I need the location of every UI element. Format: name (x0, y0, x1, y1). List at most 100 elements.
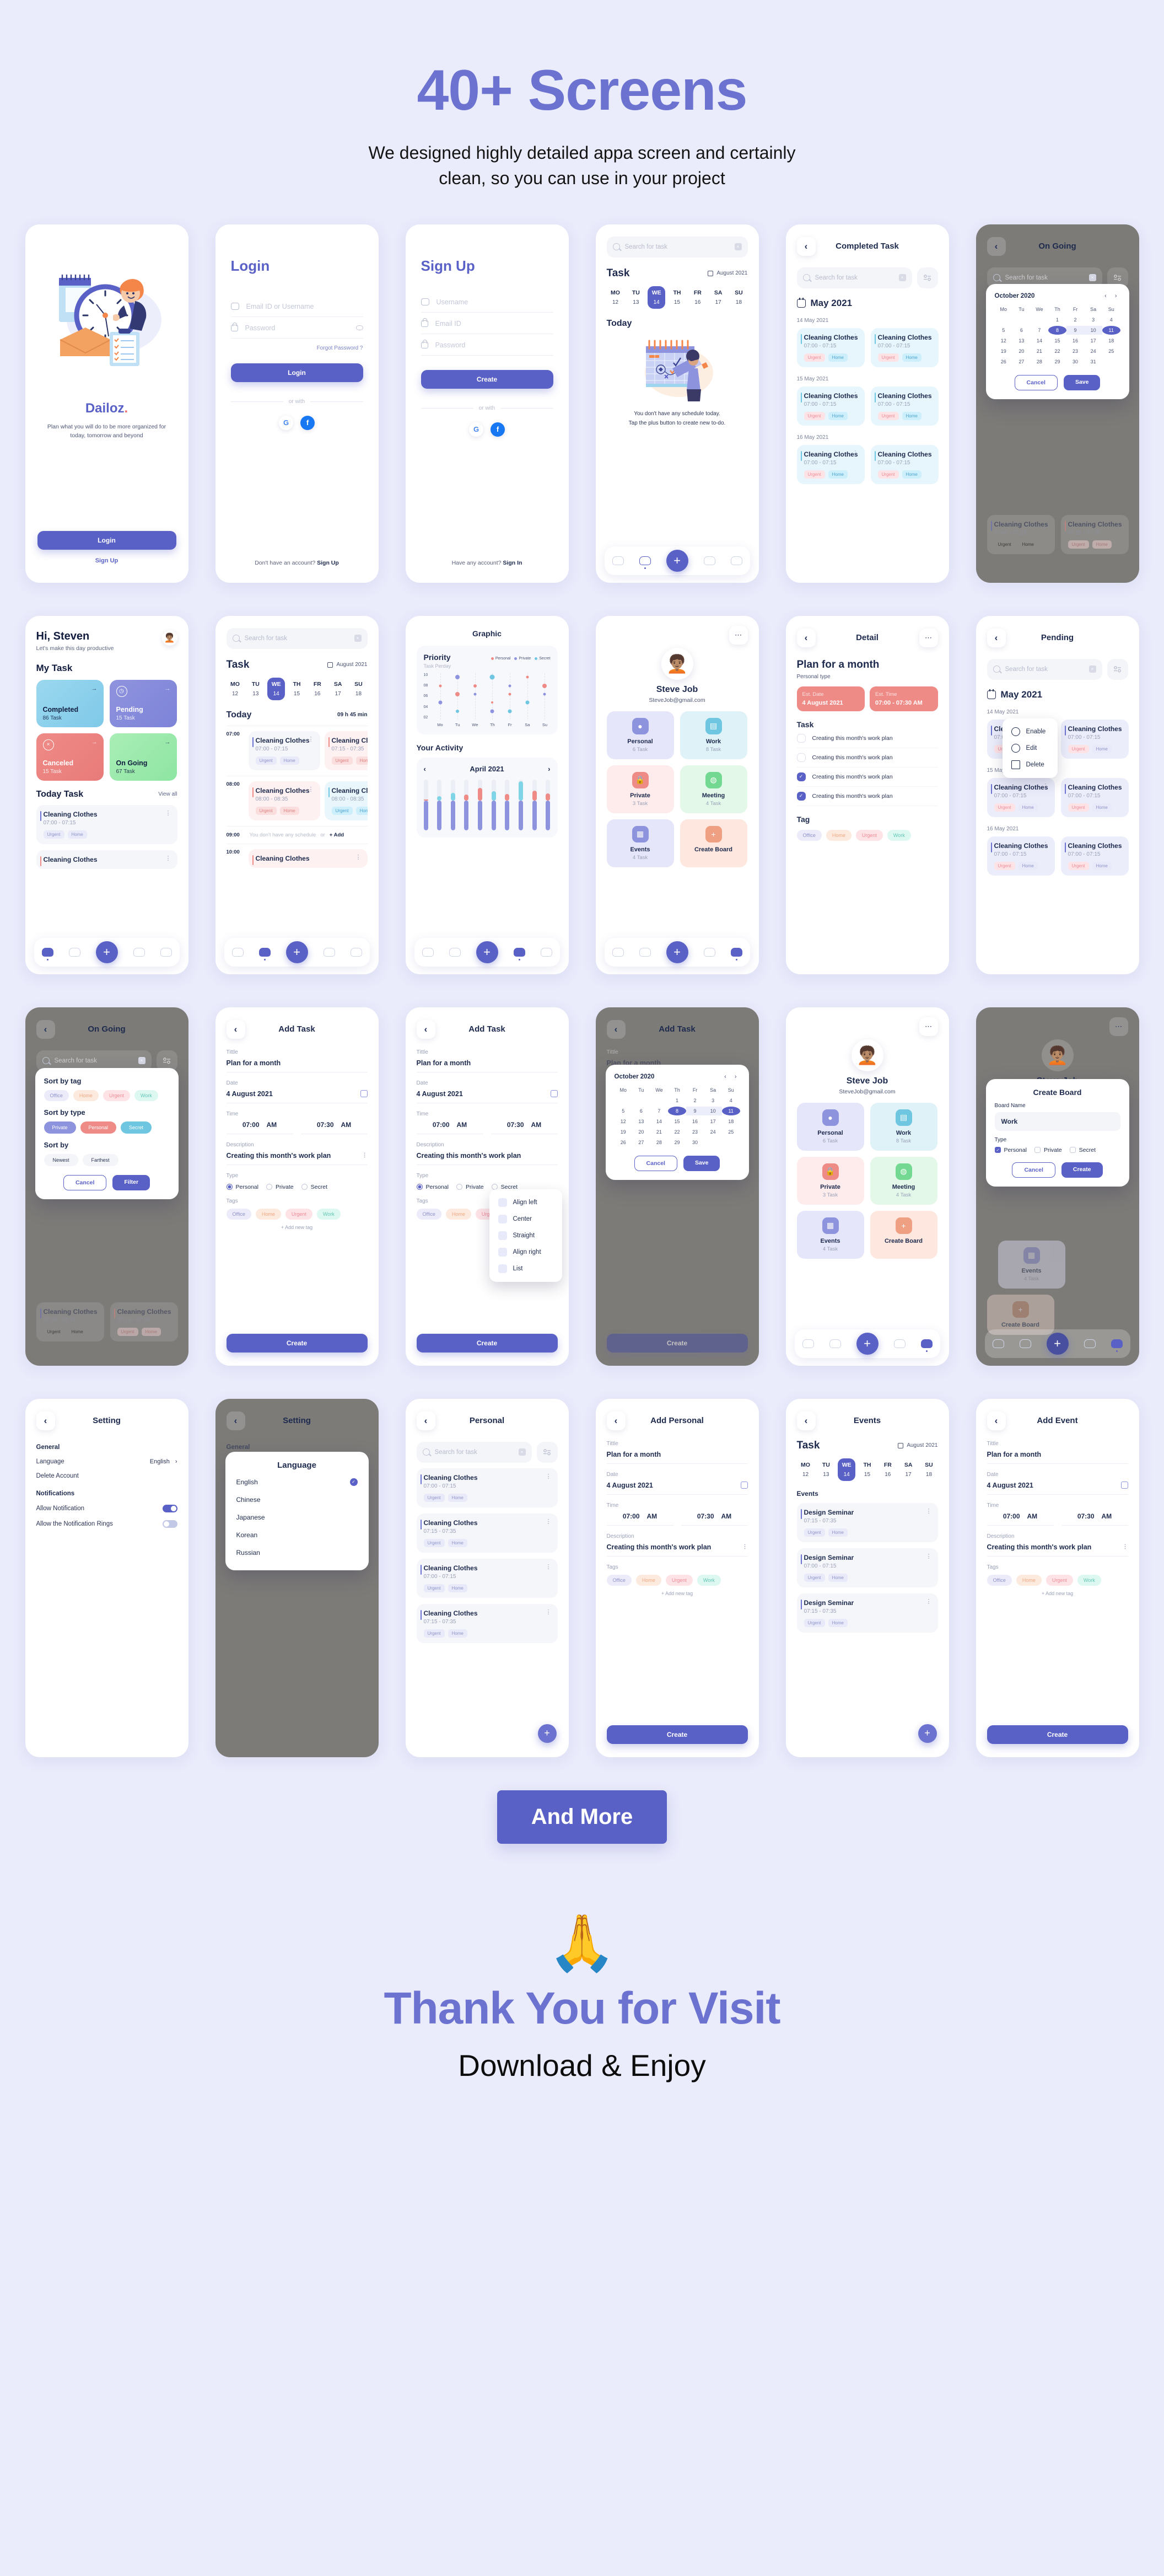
cal-cell[interactable]: 22 (1048, 347, 1066, 356)
cal-cell[interactable]: 16 (686, 1117, 704, 1126)
task-card[interactable]: Cleaning Clothes 07:15 - 07:35 UrgentHom… (110, 1302, 178, 1341)
filter-button[interactable] (536, 1441, 558, 1463)
cancel-button[interactable]: Cancel (1012, 1162, 1055, 1178)
back-button[interactable]: ‹ (226, 1411, 245, 1430)
cal-cell[interactable]: 1 (1048, 315, 1066, 324)
nav-stats[interactable] (703, 947, 715, 957)
clear-icon[interactable]: × (1088, 274, 1096, 282)
create-button[interactable]: Create (606, 1725, 748, 1744)
menu-item-delete[interactable]: Delete (1003, 756, 1058, 773)
board-private[interactable]: 🔒 Private 3 Task (796, 1156, 864, 1205)
filter-tag-office[interactable]: Office (44, 1090, 69, 1101)
day-cell[interactable]: SA 17 (709, 286, 727, 309)
cal-cell[interactable]: 17 (1084, 336, 1102, 345)
cal-cell-range[interactable]: 9 (686, 1106, 704, 1115)
date-input[interactable]: 4 August 2021 (987, 1478, 1128, 1495)
tag-urgent[interactable]: Urgent (665, 1574, 693, 1586)
day-cell[interactable]: SA 17 (899, 1458, 917, 1481)
nav-home[interactable] (612, 556, 624, 565)
time-end-input[interactable]: 07:30 AM (1061, 1509, 1128, 1526)
screen-events[interactable]: ‹ Events Task August 2021 MO 12 TU 13 WE 14 (785, 1398, 949, 1757)
task-card[interactable]: ⋮Cleaning Clothes07:00 - 07:15 UrgentHome (987, 777, 1055, 817)
align-menu[interactable]: Align left Center Straight Align right L… (489, 1189, 562, 1282)
cal-cell[interactable]: 20 (632, 1128, 650, 1136)
nav-tasks[interactable] (258, 947, 271, 960)
menu-item-straight[interactable]: Straight (489, 1227, 562, 1244)
screen-add-event[interactable]: ‹ Add Event Tittle Plan for a month Date… (976, 1398, 1139, 1757)
cal-cell-range[interactable]: 10 (704, 1106, 722, 1115)
add-new-tag-link[interactable]: + Add new tag (607, 1591, 748, 1596)
nav-boards[interactable] (920, 1339, 933, 1352)
sort-newest[interactable]: Newest (44, 1153, 78, 1166)
time-end-input[interactable]: 07:30 AM (300, 1117, 368, 1134)
cal-cell[interactable]: 3 (1084, 315, 1102, 324)
google-signup-button[interactable]: G (469, 422, 483, 437)
kebab-icon[interactable]: ⋮ (1123, 1544, 1128, 1550)
nav-home[interactable] (231, 947, 244, 957)
add-fab[interactable]: + (537, 1724, 557, 1743)
day-cell-selected[interactable]: WE 14 (838, 1458, 856, 1481)
cal-cell[interactable]: 21 (1031, 347, 1049, 356)
tag-urgent[interactable]: Urgent (285, 1208, 312, 1220)
checklist-item[interactable]: ✓ Creating this month's work plan (796, 787, 938, 806)
clear-icon[interactable]: × (734, 243, 742, 251)
date-input[interactable]: 4 August 2021 (226, 1086, 368, 1103)
bottom-nav[interactable]: + (794, 1329, 940, 1358)
screen-setting[interactable]: ‹ Setting General Language English › Del… (25, 1398, 188, 1757)
day-cell[interactable]: MO 12 (797, 1458, 815, 1481)
screen-add-task[interactable]: ‹ Add Task Tittle Plan for a month Date … (215, 1007, 379, 1366)
tile-ongoing[interactable]: → On Going 67 Task (109, 733, 177, 781)
board-events[interactable]: ▦ Events 4 Task (796, 1210, 864, 1259)
day-cell[interactable]: SU 18 (730, 286, 747, 309)
search-input[interactable]: Search for task × (796, 267, 912, 288)
checkbox[interactable] (796, 753, 806, 762)
save-button[interactable]: Save (683, 1155, 720, 1171)
screen-onboarding[interactable]: Dailoz. Plan what you will do to be more… (25, 224, 188, 583)
cal-cell[interactable]: 6 (1012, 326, 1031, 335)
save-button[interactable]: Save (1063, 374, 1101, 390)
cal-cell[interactable]: 15 (668, 1117, 686, 1126)
back-button[interactable]: ‹ (606, 1019, 626, 1039)
facebook-login-button[interactable]: f (300, 415, 315, 430)
tag-office[interactable]: Office (796, 829, 822, 841)
cal-cell-selected[interactable]: 11 (721, 1106, 740, 1115)
screen-setting-language[interactable]: ‹ Setting General Language English › Del… (215, 1398, 379, 1757)
back-button[interactable]: ‹ (36, 1411, 55, 1430)
kebab-icon[interactable]: ⋮ (546, 1609, 552, 1615)
nav-tasks[interactable] (639, 556, 651, 569)
filter-type-secret[interactable]: Secret (121, 1121, 152, 1134)
task-card[interactable]: Cleaning Clothes 07:00 - 07:15 Urgent Home (1060, 777, 1129, 817)
clear-icon[interactable]: × (898, 274, 906, 282)
cal-cell[interactable]: 24 (1084, 347, 1102, 356)
cancel-button[interactable]: Cancel (1014, 374, 1058, 390)
screen-login[interactable]: Login Email ID or Username Password Forg… (215, 224, 379, 583)
cal-cell[interactable]: 27 (1012, 357, 1031, 366)
screen-task-list[interactable]: Search for task × Task August 2021 MO 12 (215, 615, 379, 974)
nav-boards[interactable] (160, 947, 172, 957)
nav-boards[interactable] (1111, 1339, 1123, 1352)
cal-cell[interactable]: 29 (1048, 357, 1066, 366)
create-account-button[interactable]: Create (421, 369, 553, 389)
menu-item-center[interactable]: Center (489, 1211, 562, 1227)
tag-work[interactable]: Work (887, 829, 911, 841)
description-input[interactable]: Creating this month's work plan ⋮ (226, 1148, 368, 1165)
tag-work[interactable]: Work (316, 1208, 341, 1220)
more-button[interactable]: ⋯ (1109, 1017, 1128, 1036)
kebab-icon[interactable]: ⋮ (546, 1564, 552, 1570)
search-input[interactable]: Search for task × (416, 1441, 532, 1463)
next-month-button[interactable]: › (548, 765, 550, 773)
add-button[interactable]: + (856, 1332, 879, 1355)
time-end-input[interactable]: 07:30 AM (491, 1117, 558, 1134)
nav-tasks[interactable] (829, 1339, 841, 1348)
signup-link[interactable]: Sign Up (37, 557, 176, 564)
add-new-tag-link[interactable]: + Add new tag (227, 1225, 368, 1230)
nav-stats[interactable] (513, 947, 525, 960)
checkbox-personal[interactable]: ✓ Personal (994, 1147, 1027, 1153)
nav-stats[interactable] (1084, 1339, 1096, 1348)
kebab-icon[interactable]: ⋮ (308, 786, 314, 792)
cal-cell[interactable]: 28 (650, 1138, 669, 1147)
cal-cell[interactable]: 14 (1031, 336, 1049, 345)
nav-tasks[interactable] (68, 947, 80, 957)
nav-boards[interactable] (730, 556, 742, 565)
back-button[interactable]: ‹ (987, 1411, 1006, 1430)
